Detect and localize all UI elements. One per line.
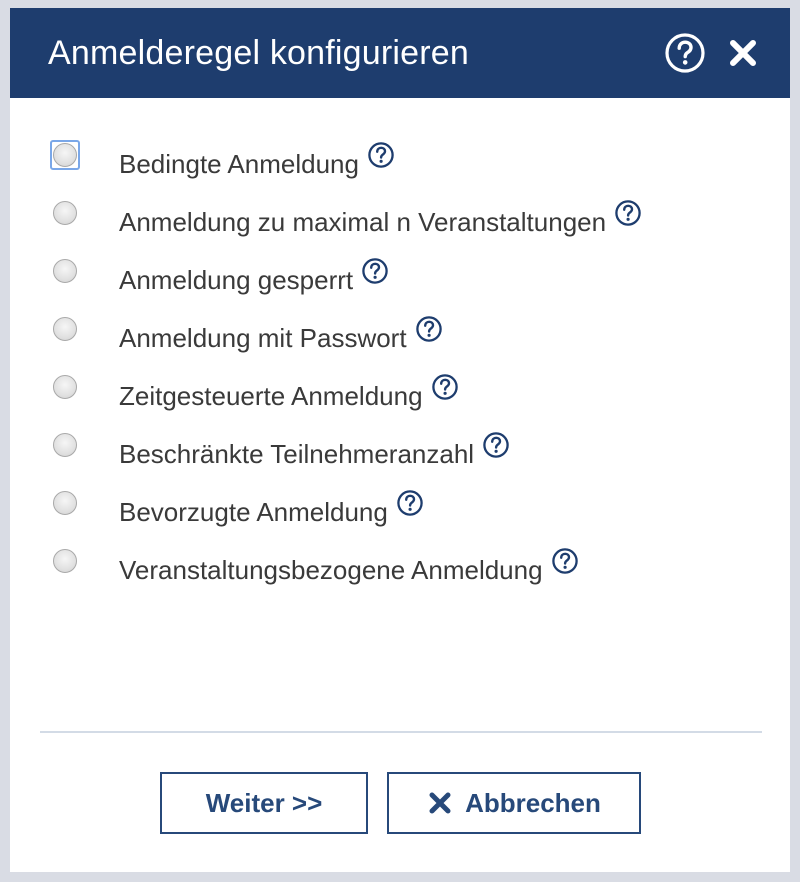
rule-option: Anmeldung mit Passwort: [50, 302, 770, 360]
option-radio[interactable]: [53, 491, 77, 515]
dialog-titlebar: Anmelderegel konfigurieren: [10, 8, 790, 98]
option-label-text: Veranstaltungsbezogene Anmeldung: [119, 555, 543, 585]
rule-option: Bevorzugte Anmeldung: [50, 476, 770, 534]
option-label-text: Anmeldung gesperrt: [119, 265, 354, 295]
option-radio[interactable]: [53, 317, 77, 341]
option-label[interactable]: Anmeldung zu maximal n Veranstaltungen: [119, 199, 642, 238]
option-radio[interactable]: [53, 201, 77, 225]
option-label-text: Anmeldung mit Passwort: [119, 323, 407, 353]
option-label-text: Beschränkte Teilnehmeranzahl: [119, 439, 475, 469]
option-label[interactable]: Bedingte Anmeldung: [119, 141, 395, 180]
rule-option: Beschränkte Teilnehmeranzahl: [50, 418, 770, 476]
option-label[interactable]: Anmeldung gesperrt: [119, 257, 389, 296]
help-icon[interactable]: [367, 141, 395, 169]
option-radio[interactable]: [53, 549, 77, 573]
configure-rule-dialog: Anmelderegel konfigurieren Bedingte Anme…: [0, 0, 800, 882]
rule-option: Bedingte Anmeldung: [50, 128, 770, 186]
help-icon[interactable]: [431, 373, 459, 401]
option-radio[interactable]: [53, 259, 77, 283]
dialog-title: Anmelderegel konfigurieren: [48, 34, 470, 72]
option-label[interactable]: Beschränkte Teilnehmeranzahl: [119, 431, 510, 470]
help-icon[interactable]: [415, 315, 443, 343]
option-label[interactable]: Bevorzugte Anmeldung: [119, 489, 424, 528]
option-label[interactable]: Veranstaltungsbezogene Anmeldung: [119, 547, 579, 586]
option-label-text: Bevorzugte Anmeldung: [119, 497, 388, 527]
help-icon[interactable]: [396, 489, 424, 517]
cancel-button-label: Abbrechen: [465, 787, 601, 818]
help-icon[interactable]: [361, 257, 389, 285]
cancel-button[interactable]: Abbrechen: [387, 772, 641, 834]
next-button[interactable]: Weiter >>: [160, 772, 368, 834]
rule-option: Veranstaltungsbezogene Anmeldung: [50, 534, 770, 592]
option-label-text: Zeitgesteuerte Anmeldung: [119, 381, 423, 411]
help-icon[interactable]: [614, 199, 642, 227]
help-icon[interactable]: [664, 32, 706, 74]
close-x-icon: [427, 790, 453, 816]
footer-divider: [40, 731, 762, 733]
rule-option: Anmeldung zu maximal n Veranstaltungen: [50, 186, 770, 244]
option-radio[interactable]: [53, 143, 77, 167]
option-label-text: Bedingte Anmeldung: [119, 149, 359, 179]
rule-options-list: Bedingte Anmeldung Anmeldung zu maximal n…: [50, 128, 770, 592]
option-radio[interactable]: [53, 433, 77, 457]
rule-option: Zeitgesteuerte Anmeldung: [50, 360, 770, 418]
option-radio[interactable]: [53, 375, 77, 399]
close-icon[interactable]: [726, 36, 760, 70]
option-label-text: Anmeldung zu maximal n Veranstaltungen: [119, 207, 607, 237]
rule-option: Anmeldung gesperrt: [50, 244, 770, 302]
option-label[interactable]: Zeitgesteuerte Anmeldung: [119, 373, 459, 412]
option-label[interactable]: Anmeldung mit Passwort: [119, 315, 443, 354]
help-icon[interactable]: [482, 431, 510, 459]
next-button-label: Weiter >>: [205, 787, 323, 818]
help-icon[interactable]: [551, 547, 579, 575]
